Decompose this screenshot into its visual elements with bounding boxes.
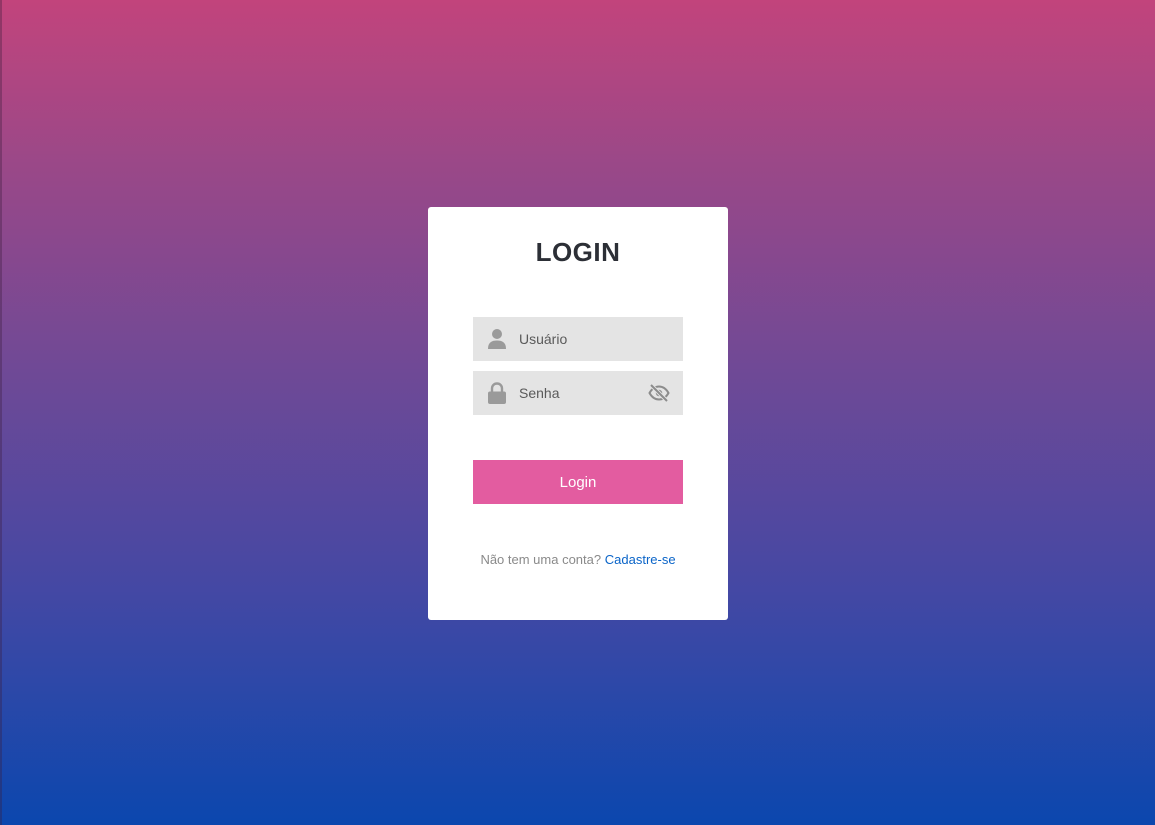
username-field[interactable] — [473, 317, 683, 361]
signup-prompt: Não tem uma conta? Cadastre-se — [428, 552, 728, 567]
login-card: LOGIN Login Não tem u — [428, 207, 728, 620]
lock-icon — [487, 382, 507, 404]
eye-slash-icon[interactable] — [648, 383, 670, 403]
signup-prompt-text: Não tem uma conta? — [480, 552, 602, 567]
username-input[interactable] — [519, 317, 649, 361]
user-icon — [487, 328, 507, 350]
window-edge — [0, 0, 2, 825]
login-title: LOGIN — [535, 237, 621, 267]
password-field[interactable] — [473, 371, 683, 415]
password-input[interactable] — [519, 371, 649, 415]
login-button[interactable]: Login — [473, 460, 683, 504]
signup-link[interactable]: Cadastre-se — [605, 552, 676, 567]
